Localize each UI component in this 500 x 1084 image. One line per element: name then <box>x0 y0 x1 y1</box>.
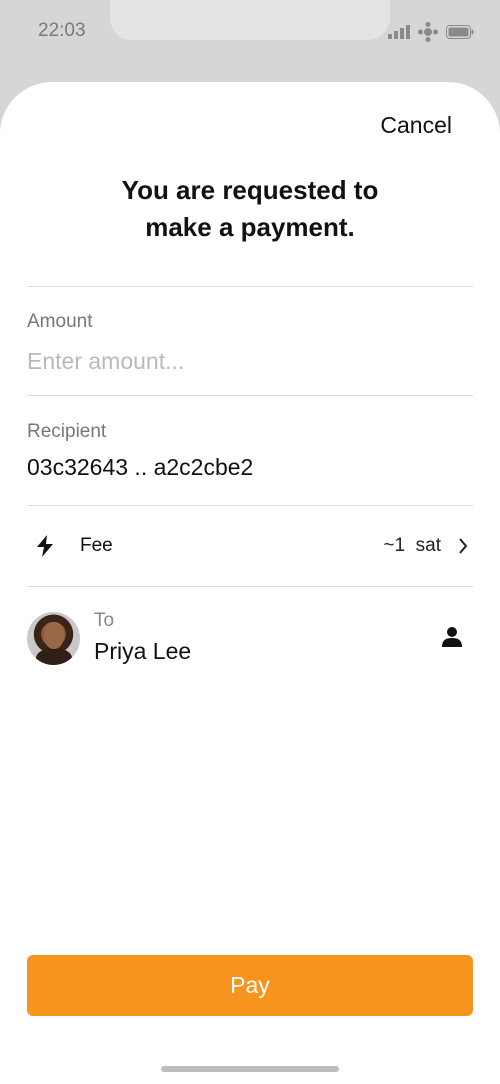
page-title-line1: You are requested to <box>121 175 379 205</box>
page-title-line2: make a payment. <box>145 212 355 242</box>
divider <box>27 586 473 587</box>
amount-input[interactable] <box>27 344 473 378</box>
cancel-button[interactable]: Cancel <box>380 112 452 139</box>
home-indicator <box>161 1066 339 1072</box>
battery-icon <box>446 25 474 39</box>
phone-frame: 22:03 Cancel You are requested to make a… <box>0 0 500 1084</box>
payment-sheet: Cancel You are requested to make a payme… <box>0 82 500 1084</box>
divider <box>27 395 473 396</box>
fee-row[interactable]: Fee ~1 sat <box>27 506 473 586</box>
avatar-face <box>44 622 64 649</box>
page-title: You are requested to make a payment. <box>0 172 500 246</box>
network-icon <box>418 22 438 42</box>
divider <box>27 286 473 287</box>
fee-value: ~1 sat <box>383 535 441 556</box>
amount-label: Amount <box>27 311 93 332</box>
recipient-value: 03c32643 .. a2c2cbe2 <box>27 454 254 480</box>
status-time: 22:03 <box>38 20 86 41</box>
signal-icon <box>388 25 410 39</box>
pay-button[interactable]: Pay <box>27 955 473 1016</box>
fee-label: Fee <box>80 535 113 556</box>
lightning-icon <box>35 535 57 557</box>
person-icon[interactable] <box>441 626 463 648</box>
avatar-body <box>36 648 72 665</box>
status-icons <box>388 20 474 44</box>
to-name: Priya Lee <box>94 638 192 664</box>
chevron-right-icon <box>453 538 473 554</box>
recipient-label: Recipient <box>27 421 107 442</box>
avatar <box>27 612 80 665</box>
to-label: To <box>94 610 115 631</box>
to-row: To Priya Lee <box>27 606 473 670</box>
notch <box>110 0 390 40</box>
